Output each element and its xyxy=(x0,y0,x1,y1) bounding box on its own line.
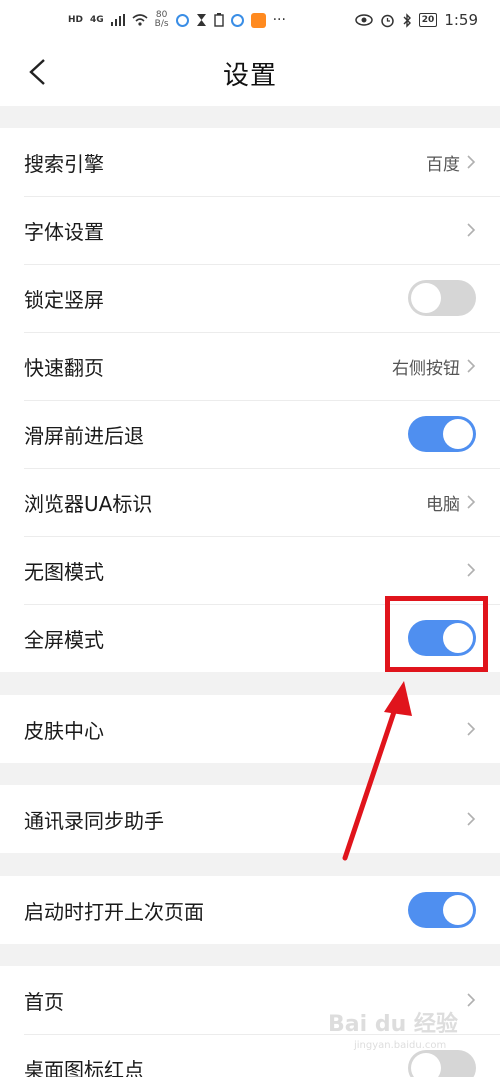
settings-row[interactable]: 无图模式 xyxy=(0,536,500,604)
app-notification-icon xyxy=(175,13,189,27)
clock: 1:59 xyxy=(444,11,478,29)
settings-group: 通讯录同步助手 xyxy=(0,785,500,853)
settings-row-label: 皮肤中心 xyxy=(24,718,104,743)
status-bar: HD 4G 80 B/s ··· 20 1:59 xyxy=(0,0,500,40)
chevron-right-icon xyxy=(467,812,476,826)
settings-row[interactable]: 搜索引擎 百度 xyxy=(0,128,500,196)
settings-row-label: 无图模式 xyxy=(24,559,104,584)
hourglass-icon xyxy=(196,14,206,26)
network-speed: 80 B/s xyxy=(155,11,169,29)
toggle-switch[interactable] xyxy=(408,416,476,452)
toggle-knob xyxy=(443,419,473,449)
status-right: 20 1:59 xyxy=(355,11,478,29)
battery-icon: 20 xyxy=(418,13,438,27)
chevron-right-icon xyxy=(467,722,476,736)
settings-row[interactable]: 滑屏前进后退 xyxy=(0,400,500,468)
settings-group: 搜索引擎 百度字体设置锁定竖屏快速翻页 右侧按钮滑屏前进后退 浏览器UA标识 电脑无图模… xyxy=(0,128,500,672)
settings-row[interactable]: 启动时打开上次页面 xyxy=(0,876,500,944)
app-notification-icon-2 xyxy=(230,13,244,27)
page-title: 设置 xyxy=(222,60,277,91)
chevron-right-icon xyxy=(467,155,476,169)
alarm-icon xyxy=(381,14,394,27)
signal-icon xyxy=(110,14,125,26)
more-notifications-icon: ··· xyxy=(272,12,286,28)
settings-group: 皮肤中心 xyxy=(0,695,500,763)
toggle-knob xyxy=(411,283,441,313)
settings-row-label: 滑屏前进后退 xyxy=(24,423,144,448)
settings-row-value: 右侧按钮 xyxy=(392,358,460,379)
watermark-logo: Bai du 经验 xyxy=(328,1012,458,1037)
battery-saver-icon xyxy=(213,13,224,27)
watermark-url: jingyan.baidu.com xyxy=(354,1040,447,1051)
speed-unit: B/s xyxy=(154,19,169,29)
annotation-highlight-box xyxy=(385,596,488,672)
toggle-switch[interactable] xyxy=(408,892,476,928)
settings-row-label: 启动时打开上次页面 xyxy=(24,899,204,924)
settings-row-label: 浏览器UA标识 xyxy=(24,491,153,516)
settings-row-value: 百度 xyxy=(426,154,460,175)
settings-row-label: 全屏模式 xyxy=(24,627,104,652)
chevron-right-icon xyxy=(467,495,476,509)
settings-row-label: 锁定竖屏 xyxy=(24,287,104,312)
chevron-right-icon xyxy=(467,563,476,577)
network-indicator: 4G xyxy=(90,15,104,25)
settings-row[interactable]: 锁定竖屏 xyxy=(0,264,500,332)
eye-icon xyxy=(355,14,373,26)
settings-row[interactable]: 皮肤中心 xyxy=(0,695,500,763)
chevron-right-icon xyxy=(467,223,476,237)
wifi-icon xyxy=(132,14,148,26)
settings-row-label: 通讯录同步助手 xyxy=(24,808,164,833)
settings-group: 启动时打开上次页面 xyxy=(0,876,500,944)
settings-row[interactable]: 通讯录同步助手 xyxy=(0,785,500,853)
back-icon[interactable] xyxy=(26,58,48,86)
status-left: HD 4G 80 B/s ··· xyxy=(68,11,286,29)
bluetooth-icon xyxy=(403,12,411,28)
settings-row-label: 快速翻页 xyxy=(24,355,104,380)
settings-row[interactable]: 快速翻页 右侧按钮 xyxy=(0,332,500,400)
app-header: 设置 xyxy=(0,40,500,106)
chevron-right-icon xyxy=(467,993,476,1007)
toggle-switch[interactable] xyxy=(408,280,476,316)
settings-row[interactable]: 字体设置 xyxy=(0,196,500,264)
settings-row-value: 电脑 xyxy=(426,494,460,515)
chevron-right-icon xyxy=(467,359,476,373)
settings-row-label: 搜索引擎 xyxy=(24,151,104,176)
toggle-knob xyxy=(443,895,473,925)
hd-indicator: HD xyxy=(68,15,84,25)
settings-row-label: 字体设置 xyxy=(24,219,104,244)
video-app-icon xyxy=(250,12,266,28)
watermark: Bai du 经验 jingyan.baidu.com xyxy=(324,1000,464,1060)
settings-row[interactable]: 浏览器UA标识 电脑 xyxy=(0,468,500,536)
